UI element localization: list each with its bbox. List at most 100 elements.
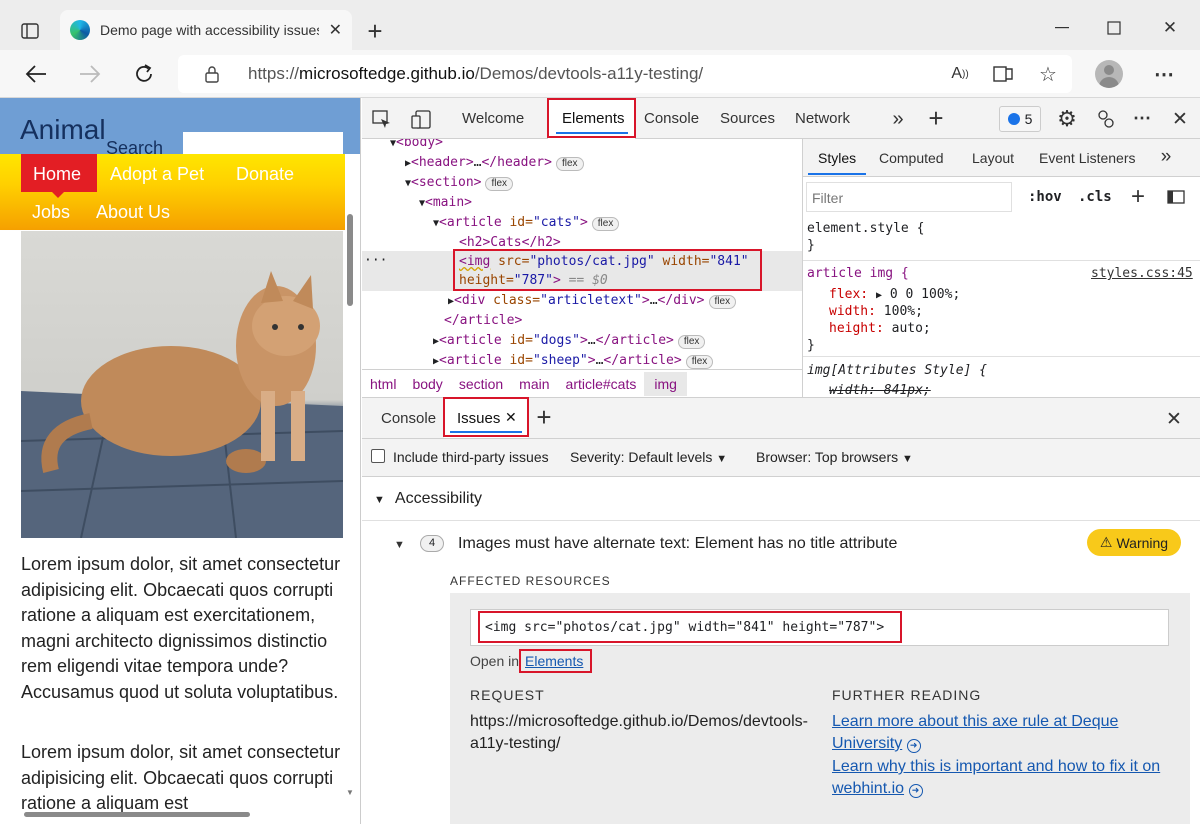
inspect-element-icon[interactable] [370, 108, 394, 132]
style-rules: element.style {} article img { styles.cs… [803, 216, 1200, 397]
rule-attributes-style[interactable]: img[Attributes Style] { [807, 362, 987, 379]
immersive-reader-icon[interactable] [990, 61, 1018, 87]
issue-title[interactable]: Images must have alternate text: Element… [458, 535, 897, 553]
crumb-article[interactable]: article#cats [558, 376, 645, 392]
device-emulation-icon[interactable] [410, 108, 434, 132]
forward-icon[interactable] [76, 60, 104, 88]
more-tabs-chevron-icon[interactable]: » [886, 108, 910, 130]
styles-tab-event-listeners[interactable]: Event Listeners [1039, 150, 1136, 166]
issues-counter[interactable]: 5 [999, 106, 1041, 132]
third-party-checkbox[interactable] [371, 449, 385, 463]
crumb-section[interactable]: section [451, 376, 511, 392]
dom-ellipsis[interactable]: ··· [364, 251, 387, 271]
severity-dropdown[interactable]: Severity: Default levels ▼ [570, 449, 727, 465]
nav-donate[interactable]: Donate [236, 164, 294, 185]
gear-icon[interactable]: ⚙ [1055, 106, 1079, 131]
cls-button[interactable]: .cls [1078, 189, 1112, 205]
vertical-scrollbar[interactable]: ▼ [346, 98, 355, 808]
category-accessibility[interactable]: ▼ Accessibility [374, 490, 482, 508]
web-page: Animal Search Home Adopt a Pet Donate Jo… [0, 98, 361, 824]
drawer-add-tab-icon[interactable]: + [532, 402, 556, 432]
paragraph-1: Lorem ipsum dolor, sit amet consectetur … [21, 554, 341, 702]
resource-highlight [478, 611, 902, 643]
cat-photo [21, 231, 343, 538]
rule-prop-height[interactable]: height: auto; [829, 320, 931, 337]
warning-icon: ⚠ [1099, 534, 1113, 550]
lock-icon[interactable] [200, 62, 224, 86]
horizontal-scrollbar[interactable] [24, 812, 250, 817]
tab-actions-icon[interactable] [18, 20, 42, 42]
site-logo: Animal [20, 114, 106, 145]
maximize-icon[interactable] [1100, 14, 1128, 42]
nav-adopt[interactable]: Adopt a Pet [110, 164, 204, 185]
dom-tree: ▼<body> ▶<header>…</header> flex ▼<sectio… [362, 139, 802, 369]
dom-row-body[interactable]: ▼<body> [390, 139, 443, 154]
settings-more-icon[interactable]: ⋯ [1150, 61, 1178, 87]
close-tab-icon[interactable]: ✕ [329, 20, 342, 40]
back-icon[interactable] [22, 60, 50, 88]
add-tab-icon[interactable]: + [924, 103, 948, 133]
minimize-icon[interactable] [1048, 14, 1076, 42]
nav-home[interactable]: Home [33, 164, 81, 185]
styles-tab-styles[interactable]: Styles [818, 150, 856, 166]
new-tab-button[interactable]: + [362, 16, 388, 46]
third-party-label: Include third-party issues [393, 449, 549, 465]
nav-home-pointer [52, 192, 64, 198]
further-link-1[interactable]: Learn more about this axe rule at Deque … [832, 711, 1162, 755]
search-field[interactable] [183, 132, 343, 154]
tab-title: Demo page with accessibility issues [100, 22, 319, 38]
new-style-rule-icon[interactable]: + [1126, 183, 1150, 210]
dom-row-article-cats[interactable]: ▼<article id="cats"> flex [433, 213, 620, 234]
url-text[interactable]: https://microsoftedge.github.io/Demos/de… [248, 64, 703, 84]
close-devtools-icon[interactable]: ✕ [1168, 107, 1192, 131]
breadcrumb: html body section main article#cats img [362, 369, 802, 397]
browser-tab[interactable]: Demo page with accessibility issues ✕ [60, 10, 352, 50]
styles-filter-input[interactable]: Filter [806, 182, 1012, 212]
request-url[interactable]: https://microsoftedge.github.io/Demos/de… [470, 711, 814, 755]
dom-row-header[interactable]: ▶<header>…</header> flex [405, 153, 584, 174]
crumb-html[interactable]: html [362, 376, 404, 392]
hov-button[interactable]: :hov [1028, 189, 1062, 205]
crumb-body[interactable]: body [404, 376, 450, 392]
issue-toggle-icon[interactable]: ▼ [394, 539, 405, 551]
nav-about[interactable]: About Us [96, 202, 170, 223]
img-node-highlight [453, 249, 762, 291]
toggle-sidebar-icon[interactable] [1165, 186, 1187, 208]
favorites-icon[interactable]: ☆ [1034, 61, 1062, 87]
rule-article-img[interactable]: article img { [807, 265, 909, 282]
styles-more-chevron-icon[interactable]: » [1156, 146, 1176, 167]
rule-prop-flex[interactable]: flex: ▶ 0 0 100%; [829, 286, 960, 304]
rule-struck-width[interactable]: width: 841px; [829, 382, 931, 397]
styles-tab-computed[interactable]: Computed [879, 150, 944, 166]
nav-jobs[interactable]: Jobs [32, 202, 70, 223]
dom-row-div[interactable]: ▶<div class="articletext">…</div> flex [448, 291, 737, 312]
rule-source-link[interactable]: styles.css:45 [1091, 265, 1193, 282]
customize-icon[interactable] [1094, 107, 1118, 131]
close-drawer-icon[interactable]: ✕ [1162, 407, 1186, 431]
browser-dropdown[interactable]: Browser: Top browsers ▼ [756, 449, 913, 465]
read-aloud-icon[interactable]: A)) [946, 61, 974, 87]
dom-row-article-dogs[interactable]: ▶<article id="dogs">…</article> flex [433, 331, 706, 352]
elements-tab-highlight [547, 98, 636, 138]
dom-row-main[interactable]: ▼<main> [419, 193, 472, 214]
dom-row-section[interactable]: ▼<section> flex [405, 173, 514, 194]
refresh-icon[interactable] [130, 60, 158, 88]
devtools-more-icon[interactable]: ⋯ [1130, 106, 1154, 130]
rule-element-style[interactable]: element.style {} [807, 220, 924, 254]
rule-prop-width[interactable]: width: 100%; [829, 303, 923, 320]
styles-tab-layout[interactable]: Layout [972, 150, 1014, 166]
devtools-tab-console[interactable]: Console [644, 110, 699, 127]
dom-row-article-close[interactable]: </article> [444, 311, 522, 331]
crumb-img[interactable]: img [644, 371, 687, 396]
profile-avatar[interactable] [1095, 60, 1123, 88]
further-link-2[interactable]: Learn why this is important and how to f… [832, 756, 1162, 800]
devtools-tab-welcome[interactable]: Welcome [462, 110, 524, 127]
rule-close: } [807, 338, 815, 353]
issue-count-badge: 4 [420, 535, 444, 552]
devtools-tab-network[interactable]: Network [795, 110, 850, 127]
devtools-tab-sources[interactable]: Sources [720, 110, 775, 127]
drawer-tab-console[interactable]: Console [381, 410, 436, 427]
close-window-icon[interactable]: ✕ [1156, 14, 1184, 42]
dom-row-article-sheep[interactable]: ▶<article id="sheep">…</article> flex [433, 351, 714, 369]
crumb-main[interactable]: main [511, 376, 557, 392]
